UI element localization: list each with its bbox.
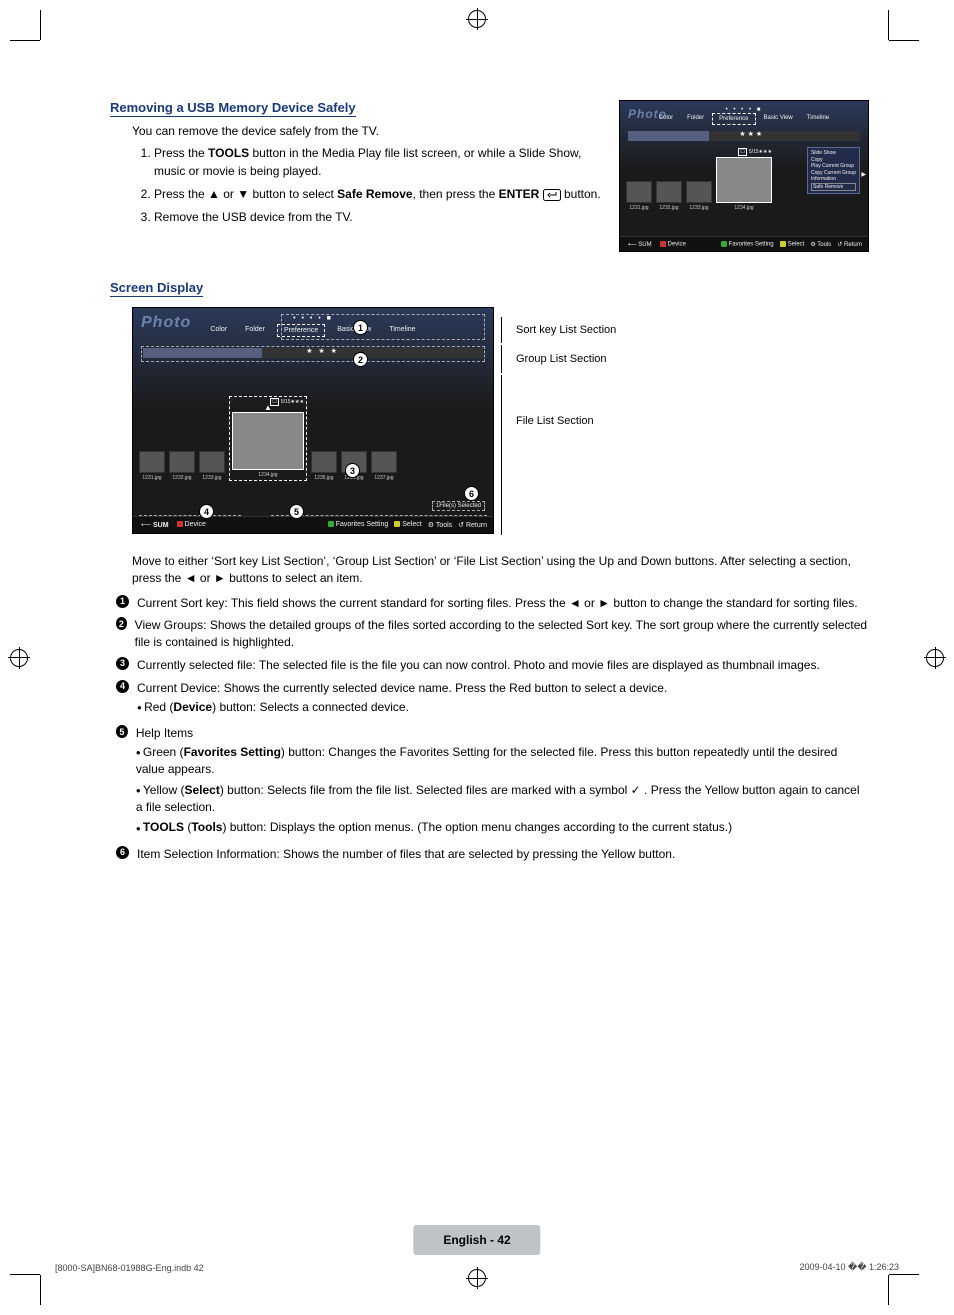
tv-sort-tabs: • • • • ■ Color Folder Preference Basic …	[620, 113, 868, 125]
crop-mark	[889, 40, 919, 41]
sub-item: Green (Favorites Setting) button: Change…	[136, 744, 869, 778]
crop-mark	[40, 1275, 41, 1305]
tv-screenshot-tools-menu: Photo • • • • ■ Color Folder Preference …	[619, 100, 869, 252]
callout-5-icon: 5	[289, 504, 304, 519]
page-number-label: English - 42	[413, 1225, 540, 1255]
tv-screenshot-screen-display: Photo • • • • ■ Color Folder Preference …	[132, 307, 494, 534]
sub-item: TOOLS (Tools) button: Displays the optio…	[136, 819, 869, 836]
callout-4-icon: 4	[199, 504, 214, 519]
crop-mark	[10, 40, 40, 41]
tv-footer: ⟵ SUM Device Favorites Setting Select ⚙ …	[620, 236, 868, 251]
crop-mark	[40, 10, 41, 40]
section-title-screen-display: Screen Display	[110, 280, 203, 297]
crop-mark	[10, 1274, 40, 1275]
registration-mark-icon	[10, 649, 28, 667]
bullet-4-icon: 4	[116, 680, 129, 693]
description-intro: Move to either ‘Sort key List Section’, …	[132, 553, 869, 587]
description-list: 1 Current Sort key: This field shows the…	[116, 595, 869, 863]
sub-item: Red (Device) button: Selects a connected…	[137, 699, 667, 716]
intro-text: You can remove the device safely from th…	[132, 123, 603, 139]
crop-mark	[889, 1274, 919, 1275]
registration-mark-icon	[926, 649, 944, 667]
tools-popup-menu: Slide Show Copy Play Current Group Copy …	[807, 147, 860, 194]
bullet-3-icon: 3	[116, 657, 129, 670]
step-1: Press the TOOLS button in the Media Play…	[154, 145, 603, 180]
callout-2-icon: 2	[353, 352, 368, 367]
crop-mark	[888, 10, 889, 40]
callout-6-icon: 6	[464, 486, 479, 501]
section-labels: Sort key List Section Group List Section…	[504, 307, 616, 535]
tv-footer: ⟵ SUM Device Favorites Setting Select ⚙ …	[133, 516, 493, 533]
step-3: Remove the USB device from the TV.	[154, 209, 603, 226]
section-title-usb: Removing a USB Memory Device Safely	[110, 100, 356, 117]
tv-sort-tabs: • • • • ■ Color Folder Preference Basic …	[133, 324, 493, 337]
selected-info: 1File(s) Selected	[432, 501, 485, 511]
footer-file-info: [8000-SA]BN68-01988G-Eng.indb 42	[55, 1263, 204, 1273]
callout-3-icon: 3	[345, 463, 360, 478]
bullet-5-icon: 5	[116, 725, 128, 738]
registration-mark-icon	[468, 10, 486, 28]
footer-timestamp: 2009-04-10 �� 1:26:23	[799, 1262, 899, 1273]
steps-list: Press the TOOLS button in the Media Play…	[132, 145, 603, 227]
step-2: Press the ▲ or ▼ button to select Safe R…	[154, 186, 603, 203]
registration-mark-icon	[468, 1269, 486, 1287]
callout-1-icon: 1	[353, 320, 368, 335]
crop-mark	[888, 1275, 889, 1305]
bullet-6-icon: 6	[116, 846, 129, 859]
sub-item: Yellow (Select) button: Selects file fro…	[136, 782, 869, 816]
enter-icon	[543, 189, 561, 201]
bullet-1-icon: 1	[116, 595, 129, 608]
selected-thumbnail: ☐5/15★★★ ▲ 1234.jpg	[229, 396, 307, 481]
bullet-2-icon: 2	[116, 617, 127, 630]
